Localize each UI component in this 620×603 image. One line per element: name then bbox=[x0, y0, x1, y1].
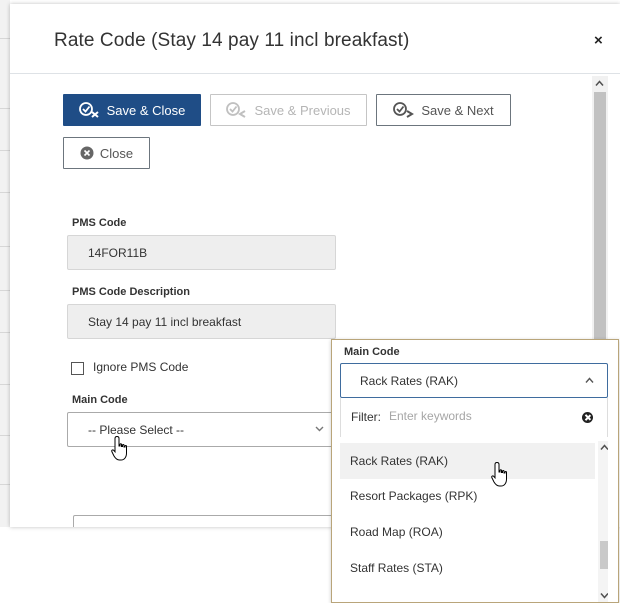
pms-code-field[interactable]: 14FOR11B bbox=[67, 235, 336, 270]
main-code-select[interactable]: -- Please Select -- bbox=[67, 412, 336, 447]
main-code-select-value: -- Please Select -- bbox=[88, 422, 185, 437]
bg-divider bbox=[0, 435, 10, 436]
scroll-down-icon[interactable] bbox=[600, 591, 608, 601]
save-previous-button[interactable]: Save & Previous bbox=[210, 94, 367, 126]
save-next-button[interactable]: Save & Next bbox=[376, 94, 511, 126]
options-scrollbar-thumb[interactable] bbox=[600, 541, 608, 569]
bg-divider bbox=[0, 332, 10, 333]
filter-input[interactable] bbox=[387, 404, 567, 428]
filter-label: Filter: bbox=[351, 410, 381, 424]
dropdown-main-code-label: Main Code bbox=[344, 346, 400, 358]
chevron-up-icon bbox=[585, 376, 594, 386]
pms-desc-label: PMS Code Description bbox=[72, 286, 190, 298]
modal-title: Rate Code (Stay 14 pay 11 incl breakfast… bbox=[54, 30, 410, 51]
pms-desc-field[interactable]: Stay 14 pay 11 incl breakfast bbox=[67, 304, 336, 339]
close-button[interactable]: Close bbox=[63, 137, 150, 169]
save-next-label: Save & Next bbox=[421, 102, 494, 118]
background-app-sidebar bbox=[0, 0, 10, 603]
bg-divider bbox=[0, 384, 10, 385]
bg-divider bbox=[0, 290, 10, 291]
scroll-up-icon[interactable] bbox=[595, 79, 604, 89]
check-arrow-right-icon bbox=[393, 102, 415, 118]
ignore-pms-label: Ignore PMS Code bbox=[93, 360, 189, 374]
next-field-partial[interactable] bbox=[73, 515, 336, 527]
pms-code-label: PMS Code bbox=[72, 217, 127, 229]
save-close-button[interactable]: Save & Close bbox=[63, 94, 201, 126]
close-label: Close bbox=[99, 145, 134, 161]
main-code-dropdown: Main Code Rack Rates (RAK) Filter: Rack … bbox=[331, 339, 619, 603]
main-code-label: Main Code bbox=[72, 394, 128, 406]
save-previous-label: Save & Previous bbox=[254, 102, 351, 118]
dropdown-filter-row: Filter: bbox=[340, 398, 608, 437]
option-rack-rates[interactable]: Rack Rates (RAK) bbox=[340, 443, 595, 479]
bg-divider bbox=[0, 38, 10, 39]
save-close-label: Save & Close bbox=[106, 102, 186, 118]
modal-header: Rate Code (Stay 14 pay 11 incl breakfast… bbox=[10, 4, 620, 74]
dropdown-main-code-select[interactable]: Rack Rates (RAK) bbox=[340, 363, 608, 398]
check-x-icon bbox=[78, 102, 101, 118]
bg-divider bbox=[0, 484, 10, 485]
clear-filter-icon[interactable] bbox=[582, 412, 593, 423]
chevron-down-icon bbox=[315, 424, 324, 436]
dropdown-options-list: Rack Rates (RAK) Resort Packages (RPK) R… bbox=[340, 441, 608, 602]
option-staff-rates[interactable]: Staff Rates (STA) bbox=[340, 550, 595, 586]
modal-close-button[interactable]: × bbox=[594, 32, 603, 49]
bg-divider bbox=[0, 192, 10, 193]
option-road-map[interactable]: Road Map (ROA) bbox=[340, 514, 595, 550]
option-resort-packages[interactable]: Resort Packages (RPK) bbox=[340, 478, 595, 514]
options-scrollbar[interactable] bbox=[598, 441, 608, 602]
bg-divider bbox=[0, 108, 10, 109]
ignore-pms-checkbox[interactable] bbox=[71, 362, 84, 375]
dropdown-selected-value: Rack Rates (RAK) bbox=[360, 373, 459, 388]
circle-x-icon bbox=[80, 146, 94, 160]
scroll-up-icon[interactable] bbox=[600, 443, 608, 453]
check-arrow-left-icon bbox=[226, 102, 248, 118]
bg-divider bbox=[0, 150, 10, 151]
bg-divider bbox=[0, 246, 10, 247]
